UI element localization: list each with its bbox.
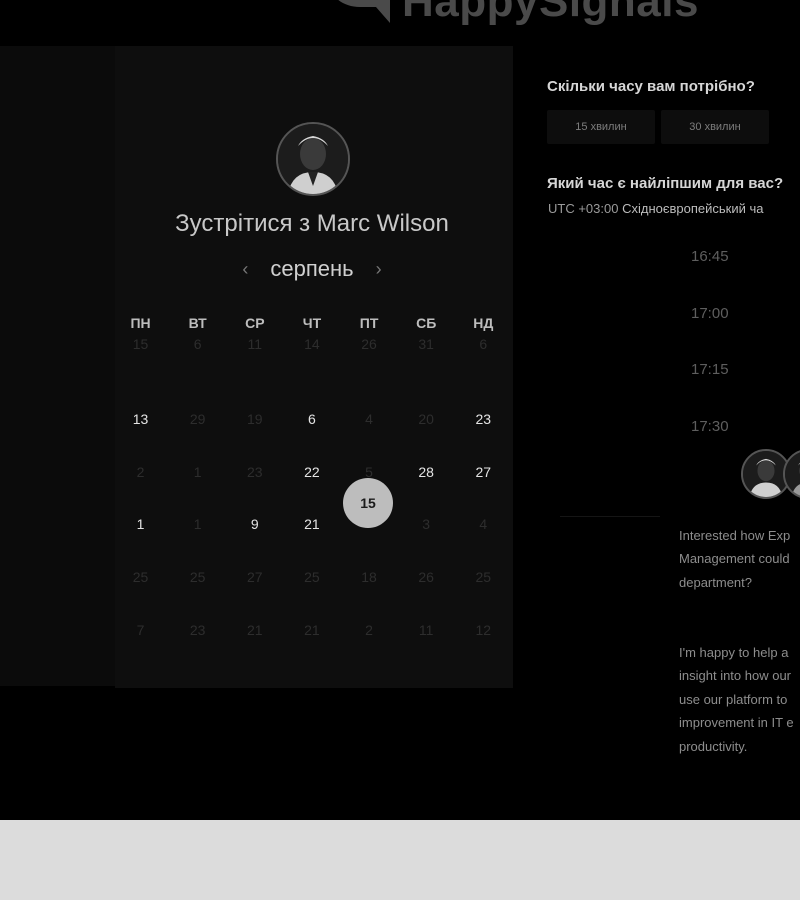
calendar-day: 5	[365, 463, 373, 480]
calendar-day: 21	[247, 621, 263, 638]
bio-paragraph: I'm happy to help a insight into how our…	[679, 644, 794, 754]
browser-viewport: HappySignals Зустрітися з Marc Wilson ‹ …	[0, 0, 800, 820]
divider	[560, 516, 660, 517]
calendar-day: 26	[418, 569, 434, 586]
bottom-bar	[0, 820, 800, 900]
brand-logo: HappySignals	[320, 0, 699, 32]
calendar-day[interactable]: 27	[455, 420, 512, 480]
weekday-label: СР	[245, 315, 265, 331]
weekday-label: ЧТ	[302, 315, 322, 331]
bio-paragraph: Interested how Exp Management could depa…	[679, 527, 791, 590]
month-navigation: ‹ серпень ›	[0, 256, 624, 282]
calendar-day: 23	[189, 621, 206, 638]
calendar-week: 2 1 23 22 5 28 27	[112, 420, 512, 480]
calendar-day: 3	[422, 516, 431, 533]
calendar-day[interactable]: 6	[283, 367, 340, 427]
time-slots: 16:45 17:00 17:15 17:30	[662, 240, 800, 466]
weekday-label: СБ	[416, 315, 437, 331]
weekday-label: ПТ	[359, 315, 379, 331]
calendar-day: 7	[136, 621, 145, 638]
calendar-day: 1	[193, 516, 202, 533]
calendar-week: 7 23 21 21 2 11 12	[112, 578, 512, 638]
calendar-day: 31	[418, 336, 434, 352]
avatar	[783, 449, 800, 499]
meeting-title: Зустрітися з Marc Wilson	[175, 210, 449, 237]
calendar-day: 2	[365, 621, 373, 638]
calendar-day: 19	[247, 411, 263, 427]
duration-options: 15 хвилин 30 хвилин	[547, 110, 769, 144]
calendar-day: 1	[193, 463, 202, 480]
time-question: Який час є найліпшим для вас?	[547, 175, 784, 192]
calendar-day: 21	[304, 621, 320, 638]
time-slot[interactable]: 17:15	[662, 353, 800, 410]
calendar-day[interactable]: 21	[283, 472, 340, 532]
avatar	[276, 122, 350, 196]
calendar-day: 27	[247, 569, 263, 586]
calendar-day: 18	[361, 569, 377, 586]
calendar-day: 23	[247, 463, 263, 480]
calendar-week: 1 1 9 21 3 4	[112, 472, 512, 533]
calendar-day: 25	[475, 569, 492, 586]
calendar-week: 13 29 19 6 4 20 23	[112, 367, 512, 427]
calendar-week: 15 6 11 14 26 31 6	[112, 334, 512, 367]
person-avatar-icon	[785, 451, 800, 497]
calendar-day: 25	[132, 569, 149, 586]
calendar-day: 25	[304, 569, 320, 586]
brand-name: HappySignals	[402, 0, 699, 26]
weekday-header: ПН ВТ СР ЧТ ПТ СБ НД	[112, 312, 512, 334]
calendar-day: 29	[189, 411, 206, 427]
duration-question: Скільки часу вам потрібно?	[547, 78, 755, 95]
calendar-day[interactable]: 9	[226, 472, 283, 532]
person-avatar-icon	[278, 124, 348, 194]
timezone-offset: UTC +03:00	[548, 201, 619, 216]
host-bio: Interested how Exp Management could depa…	[679, 500, 800, 805]
calendar-day: 15	[132, 336, 149, 352]
prev-month-icon[interactable]: ‹	[238, 259, 252, 280]
duration-30-button[interactable]: 30 хвилин	[661, 110, 769, 144]
calendar-day: 20	[418, 411, 434, 427]
weekday-label: НД	[473, 315, 494, 331]
calendar-day: 25	[189, 569, 206, 586]
calendar-week: 25 25 27 25 18 26 25	[112, 525, 512, 586]
timezone-name: Східноєвропейський ча	[622, 201, 764, 216]
calendar-day: 2	[136, 463, 145, 480]
weekday-label: ВТ	[188, 315, 207, 331]
weekday-label: ПН	[130, 315, 151, 331]
calendar-day: 6	[193, 336, 202, 352]
calendar-day: 6	[479, 336, 488, 352]
page: HappySignals Зустрітися з Marc Wilson ‹ …	[0, 0, 800, 900]
selected-day[interactable]: 15	[343, 478, 393, 528]
month-label: серпень	[270, 256, 354, 281]
calendar-day[interactable]: 1	[112, 472, 169, 532]
calendar-day[interactable]: 13	[112, 367, 169, 427]
next-month-icon[interactable]: ›	[372, 259, 386, 280]
calendar-grid: ПН ВТ СР ЧТ ПТ СБ НД 15 6 11 14 26 31 6 13 29 19 6 4 20 23 2…	[112, 312, 512, 638]
duration-15-button[interactable]: 15 хвилин	[547, 110, 655, 144]
logo-mark-icon	[338, 0, 390, 23]
host-avatars	[741, 449, 800, 499]
calendar-day[interactable]: 23	[455, 367, 512, 427]
timezone-selector[interactable]: UTC +03:00 Східноєвропейський ча	[548, 201, 763, 216]
calendar-day: 14	[304, 336, 320, 352]
calendar-day: 4	[479, 516, 488, 533]
time-slot[interactable]: 17:00	[662, 297, 800, 354]
calendar-day[interactable]: 22	[283, 420, 340, 480]
calendar-day: 26	[361, 336, 377, 352]
calendar-day: 4	[365, 411, 373, 427]
calendar-day: 11	[247, 336, 263, 352]
calendar-day[interactable]: 28	[398, 420, 455, 480]
calendar-day: 11	[418, 621, 434, 638]
time-slot[interactable]: 16:45	[662, 240, 800, 297]
calendar-day: 12	[475, 621, 492, 638]
